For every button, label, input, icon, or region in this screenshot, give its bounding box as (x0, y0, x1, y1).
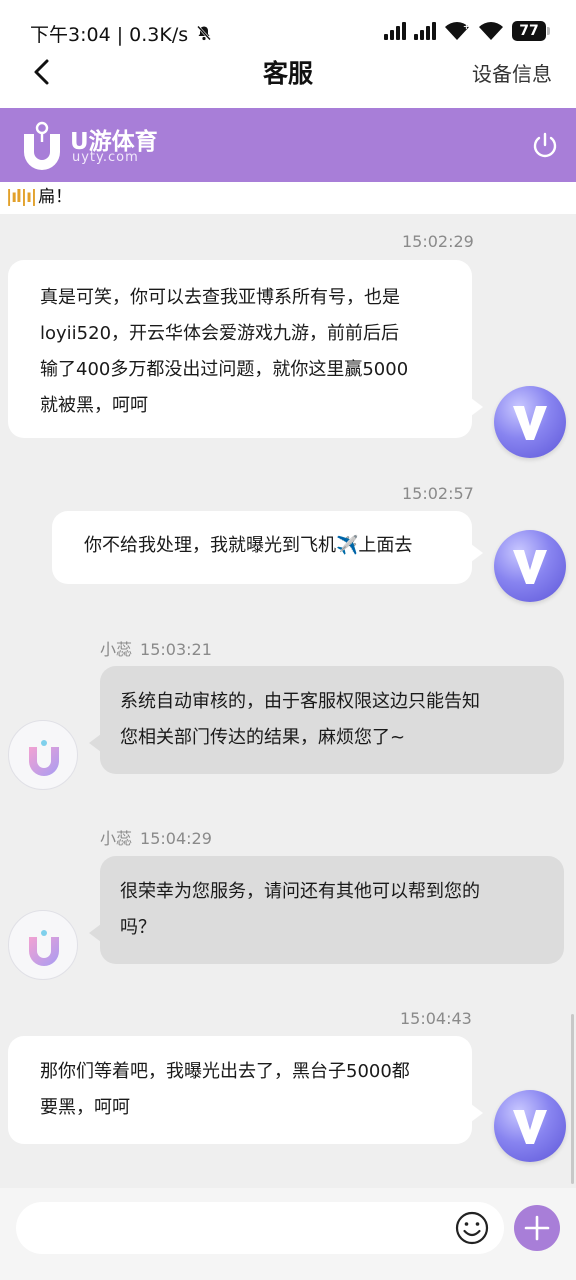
message-timestamp: 15:02:57 (402, 484, 474, 503)
chat-area[interactable]: 15:02:29 真是可笑，你可以去查我亚博系所有号，也是 loyii520，开… (0, 214, 576, 1188)
emoji-icon[interactable] (454, 1210, 490, 1246)
message-line: 你不给我处理，我就曝光到飞机✈️上面去 (84, 535, 413, 556)
user-avatar[interactable] (494, 530, 566, 602)
status-separator: | (116, 24, 124, 46)
message-line: 就被黑，呵呵 (40, 395, 148, 416)
sender-line: 小蕊 15:03:21 (100, 636, 212, 660)
signal-icon (384, 22, 406, 40)
user-avatar[interactable] (494, 386, 566, 458)
wifi-icon (478, 21, 504, 41)
message-line: 要黑，呵呵 (40, 1097, 130, 1118)
status-bar: 下午3:04 | 0.3K/s + 77 (0, 0, 576, 52)
device-info-button[interactable]: 设备信息 (472, 58, 552, 87)
power-icon[interactable] (530, 130, 560, 160)
svg-text:+: + (463, 22, 470, 31)
message-bubble-outgoing[interactable]: 那你们等着吧，我曝光出去了，黑台子5000都 要黑，呵呵 (8, 1036, 483, 1144)
wifi-icon: + (444, 21, 470, 41)
message-bubble-incoming[interactable]: 系统自动审核的，由于客服权限这边只能告知 您相关部门传达的结果，麻烦您了~ (89, 666, 564, 774)
plus-icon (524, 1215, 550, 1241)
message-line: 那你们等着吧，我曝光出去了，黑台子5000都 (40, 1061, 410, 1082)
message-line: loyii520，开云华体会爱游戏九游，前前后后 (40, 323, 400, 344)
battery-indicator: 77 (512, 21, 550, 41)
marquee-text: 扁！ (38, 187, 73, 207)
brand-logo-icon (20, 120, 64, 172)
sender-line: 小蕊 15:04:29 (100, 825, 212, 849)
chat-scrollbar[interactable] (571, 1014, 574, 1184)
message-line: 您相关部门传达的结果，麻烦您了~ (120, 727, 406, 748)
signal-icon-2 (414, 22, 436, 40)
brand-domain: uyty.com (72, 150, 139, 165)
message-timestamp: 15:03:21 (140, 640, 212, 659)
message-bubble-outgoing[interactable]: 你不给我处理，我就曝光到飞机✈️上面去 (52, 511, 483, 584)
nav-bar: 客服 设备信息 (0, 52, 576, 108)
user-avatar[interactable] (494, 1090, 566, 1162)
message-line: 吗？ (120, 917, 156, 938)
message-line: 系统自动审核的，由于客服权限这边只能告知 (120, 691, 480, 712)
message-bubble-incoming[interactable]: 很荣幸为您服务，请问还有其他可以帮到您的 吗？ (89, 856, 564, 964)
add-attachment-button[interactable] (514, 1205, 560, 1251)
sender-name: 小蕊 (100, 640, 133, 659)
input-bar (0, 1188, 576, 1280)
message-input[interactable] (16, 1202, 504, 1254)
status-time: 下午3:04 (30, 24, 111, 46)
sender-name: 小蕊 (100, 829, 133, 848)
audio-wave-icon: |ıl|ı| (6, 187, 37, 207)
announcement-marquee: |ıl|ı| 扁！ (0, 182, 576, 214)
message-timestamp: 15:04:29 (140, 829, 212, 848)
status-left: 下午3:04 | 0.3K/s (30, 20, 212, 47)
message-timestamp: 15:04:43 (400, 1009, 472, 1028)
status-right: + 77 (384, 18, 550, 44)
message-timestamp: 15:02:29 (402, 232, 474, 251)
message-line: 真是可笑，你可以去查我亚博系所有号，也是 (40, 287, 400, 308)
network-speed: 0.3K/s (129, 24, 189, 46)
message-bubble-outgoing[interactable]: 真是可笑，你可以去查我亚博系所有号，也是 loyii520，开云华体会爱游戏九游… (8, 260, 483, 438)
bell-off-icon (196, 25, 212, 45)
brand-header: U游体育 uyty.com (0, 108, 576, 182)
agent-avatar[interactable] (8, 720, 78, 790)
message-line: 输了400多万都没出过问题，就你这里赢5000 (40, 359, 409, 380)
agent-avatar[interactable] (8, 910, 78, 980)
message-line: 很荣幸为您服务，请问还有其他可以帮到您的 (120, 881, 480, 902)
